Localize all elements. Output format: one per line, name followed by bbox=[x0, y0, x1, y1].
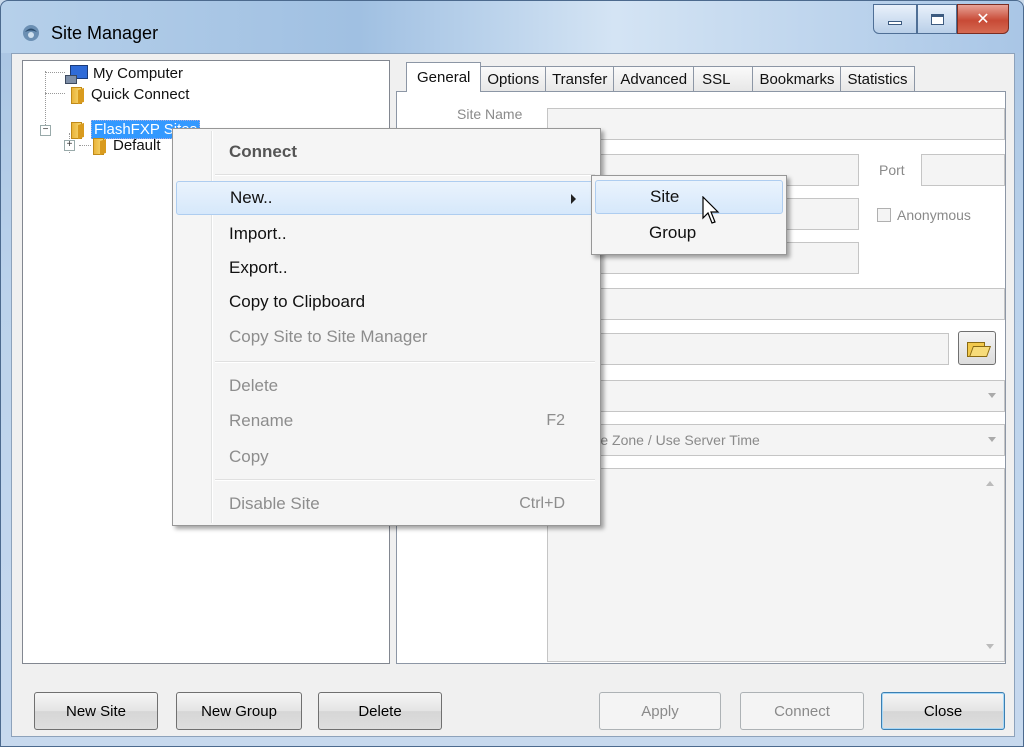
window-title: Site Manager bbox=[51, 23, 159, 43]
tree-line bbox=[45, 71, 46, 131]
maximize-icon bbox=[930, 13, 944, 25]
submenu-item-site[interactable]: Site bbox=[595, 180, 783, 214]
close-icon: ✕ bbox=[976, 11, 990, 28]
computer-icon bbox=[65, 64, 88, 84]
submenu-arrow-icon bbox=[571, 194, 576, 204]
new-submenu: Site Group bbox=[591, 175, 787, 255]
submenu-item-group[interactable]: Group bbox=[595, 216, 783, 250]
tree-item-label: My Computer bbox=[93, 64, 184, 82]
new-site-button[interactable]: New Site bbox=[34, 692, 158, 730]
menu-item-copy[interactable]: Copy bbox=[176, 440, 597, 474]
caption-buttons: ✕ bbox=[873, 4, 1009, 34]
context-menu: Connect New.. Import.. Export.. Copy to … bbox=[172, 128, 601, 526]
menu-item-import[interactable]: Import.. bbox=[176, 217, 597, 251]
menu-item-delete[interactable]: Delete bbox=[176, 369, 597, 403]
tree-line bbox=[45, 93, 65, 94]
collapse-icon[interactable]: − bbox=[40, 125, 51, 136]
folder-icon bbox=[71, 121, 85, 139]
site-name-input[interactable] bbox=[547, 108, 1005, 140]
menu-item-new[interactable]: New.. bbox=[176, 181, 597, 215]
tab-statistics[interactable]: Statistics bbox=[840, 66, 915, 92]
anonymous-label: Anonymous bbox=[897, 207, 971, 223]
menu-item-label: Disable Site bbox=[229, 494, 320, 513]
site-name-label: Site Name bbox=[457, 106, 523, 122]
tab-ssl[interactable]: SSL bbox=[693, 66, 754, 92]
menu-item-label: Group bbox=[649, 223, 697, 242]
menu-item-copy-to-clipboard[interactable]: Copy to Clipboard bbox=[176, 285, 597, 319]
menu-item-label: Copy to Clipboard bbox=[229, 292, 366, 311]
connect-button[interactable]: Connect bbox=[740, 692, 864, 730]
port-label: Port bbox=[879, 162, 905, 178]
menu-separator bbox=[215, 479, 595, 481]
apply-button[interactable]: Apply bbox=[599, 692, 721, 730]
dropdown-arrow-icon bbox=[988, 437, 996, 442]
menu-item-label: Connect bbox=[229, 142, 297, 161]
menu-item-rename[interactable]: Rename F2 bbox=[176, 404, 597, 438]
menu-item-shortcut: Ctrl+D bbox=[519, 495, 565, 512]
menu-item-disable-site[interactable]: Disable Site Ctrl+D bbox=[176, 487, 597, 521]
tree-item-quick-connect[interactable]: Quick Connect bbox=[71, 84, 189, 104]
open-folder-icon bbox=[967, 340, 987, 357]
local-path-input[interactable] bbox=[547, 333, 949, 365]
tree-item-label: Quick Connect bbox=[91, 85, 190, 103]
menu-item-export[interactable]: Export.. bbox=[176, 251, 597, 285]
mouse-cursor-icon bbox=[702, 196, 720, 224]
anonymous-checkbox[interactable] bbox=[877, 208, 891, 222]
tab-general[interactable]: General bbox=[406, 62, 482, 92]
port-input[interactable] bbox=[921, 154, 1005, 186]
folder-icon bbox=[93, 137, 107, 155]
tab-strip: General Options Transfer Advanced SSL Bo… bbox=[406, 62, 915, 92]
new-group-button[interactable]: New Group bbox=[176, 692, 302, 730]
menu-item-label: Delete bbox=[229, 376, 279, 395]
browse-button[interactable] bbox=[958, 331, 996, 365]
timezone-combo[interactable]: wn Time Zone / Use Server Time bbox=[547, 424, 1005, 456]
tree-item-label: Default bbox=[113, 136, 161, 154]
tree-line bbox=[79, 145, 91, 146]
menu-item-copy-site[interactable]: Copy Site to Site Manager bbox=[176, 320, 597, 354]
menu-item-label: Import.. bbox=[229, 224, 287, 243]
scroll-down-icon[interactable] bbox=[986, 644, 994, 649]
dropdown-arrow-icon bbox=[988, 393, 996, 398]
title-bar[interactable]: Site Manager ✕ bbox=[1, 1, 1023, 53]
expand-icon[interactable]: + bbox=[64, 140, 75, 151]
delete-button[interactable]: Delete bbox=[318, 692, 442, 730]
close-button[interactable]: Close bbox=[881, 692, 1005, 730]
menu-item-connect[interactable]: Connect bbox=[176, 135, 597, 169]
tab-transfer[interactable]: Transfer bbox=[545, 66, 615, 92]
minimize-button[interactable] bbox=[873, 4, 917, 34]
tab-advanced[interactable]: Advanced bbox=[613, 66, 695, 92]
notes-textarea[interactable] bbox=[547, 468, 1005, 662]
tree-item-default[interactable]: Default bbox=[93, 135, 161, 155]
menu-separator bbox=[215, 361, 595, 363]
menu-item-label: Copy Site to Site Manager bbox=[229, 327, 428, 346]
menu-separator bbox=[215, 174, 595, 176]
tree-item-my-computer[interactable]: My Computer bbox=[65, 63, 184, 84]
menu-item-label: New.. bbox=[230, 188, 273, 207]
tab-options[interactable]: Options bbox=[480, 66, 547, 92]
menu-item-shortcut: F2 bbox=[546, 412, 565, 429]
close-window-button[interactable]: ✕ bbox=[957, 4, 1009, 34]
menu-item-label: Copy bbox=[229, 447, 269, 466]
menu-item-label: Rename bbox=[229, 411, 294, 430]
remote-path-input[interactable] bbox=[547, 288, 1005, 320]
flashfxp-app-icon bbox=[23, 25, 39, 41]
tab-bookmarks[interactable]: Bookmarks bbox=[752, 66, 842, 92]
scroll-up-icon[interactable] bbox=[986, 481, 994, 486]
proxy-combo[interactable]: ) bbox=[547, 380, 1005, 412]
tree-line bbox=[45, 72, 65, 73]
folder-icon bbox=[71, 86, 85, 104]
maximize-button[interactable] bbox=[917, 4, 957, 34]
menu-item-label: Export.. bbox=[229, 258, 288, 277]
menu-item-label: Site bbox=[650, 187, 680, 206]
minimize-icon bbox=[888, 21, 902, 25]
